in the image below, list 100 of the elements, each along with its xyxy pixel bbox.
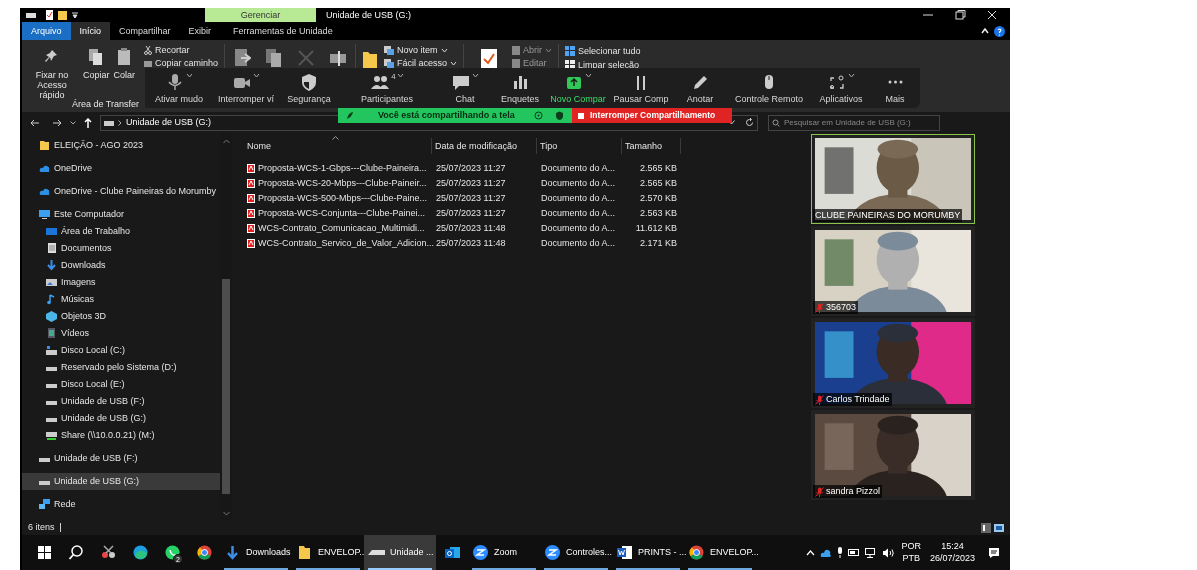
- clipboard-icon[interactable]: [116, 48, 133, 66]
- toolbar-button[interactable]: Interromper ví: [211, 68, 281, 108]
- taskbar-button[interactable]: ENVELOP...: [292, 535, 364, 570]
- column-header[interactable]: Tamanho: [622, 138, 681, 154]
- toolbar-button[interactable]: Aplicativos: [811, 68, 871, 108]
- folder-icon[interactable]: [58, 10, 68, 20]
- toolbar-button[interactable]: Chat: [437, 68, 493, 108]
- search-field[interactable]: Pesquisar em Unidade de USB (G:): [768, 114, 940, 131]
- refresh-icon[interactable]: [745, 118, 754, 127]
- recent-locations-icon[interactable]: [70, 120, 76, 125]
- nav-item[interactable]: Área de Trabalho: [22, 223, 220, 240]
- language-indicator[interactable]: POR PTB: [901, 542, 921, 563]
- ribbon-button-label[interactable]: Limpar seleção: [578, 60, 640, 70]
- copy-to-icon[interactable]: [265, 48, 284, 68]
- taskbar-button[interactable]: ENVELOP...: [684, 535, 756, 570]
- nav-item[interactable]: Disco Local (C:): [22, 342, 220, 359]
- new-item-icon[interactable]: [384, 46, 395, 55]
- toolbar-button[interactable]: Mais: [871, 68, 919, 108]
- nav-item[interactable]: Reservado pelo Sistema (D:): [22, 359, 220, 376]
- battery-icon[interactable]: [848, 549, 861, 556]
- up-icon[interactable]: [84, 117, 92, 128]
- cloud-icon[interactable]: [820, 548, 833, 557]
- edit-icon[interactable]: [512, 59, 521, 68]
- toolbar-button[interactable]: Anotar: [673, 68, 727, 108]
- open-icon[interactable]: [512, 46, 521, 55]
- ribbon-button-label[interactable]: Recortar: [155, 46, 190, 55]
- ribbon-tab[interactable]: Início: [70, 22, 111, 40]
- taskbar-button[interactable]: Controles...: [540, 535, 612, 570]
- tiles-view-icon[interactable]: [994, 522, 1004, 533]
- clock[interactable]: 15:24 26/07/2023: [929, 542, 975, 563]
- nav-item[interactable]: Downloads: [22, 257, 220, 274]
- ribbon-button-label[interactable]: Fixar no Acesso rápido: [25, 70, 79, 100]
- checklist-icon[interactable]: [45, 10, 54, 20]
- ribbon-button-label[interactable]: Novo item: [397, 46, 438, 55]
- notifications-icon[interactable]: [988, 546, 1000, 559]
- nav-item[interactable]: Documentos: [22, 240, 220, 257]
- ribbon-button-label[interactable]: Editar: [523, 59, 547, 68]
- toolbar-button[interactable]: Pausar Comp: [609, 68, 673, 108]
- nav-item[interactable]: OneDrive - Clube Paineiras do Morumby: [22, 183, 220, 200]
- nav-item[interactable]: OneDrive: [22, 160, 220, 177]
- ribbon-button-label[interactable]: Abrir: [523, 46, 543, 55]
- nav-item[interactable]: Imagens: [22, 274, 220, 291]
- stop-sharing-button[interactable]: Interromper Compartilhamento: [572, 108, 732, 123]
- column-header[interactable]: Nome: [244, 138, 432, 154]
- nav-item[interactable]: Unidade de USB (F:): [22, 393, 220, 410]
- taskbar-button[interactable]: Unidade ...: [364, 535, 436, 570]
- help-icon[interactable]: [994, 25, 1005, 37]
- ribbon-tab[interactable]: Compartilhar: [110, 22, 180, 40]
- nav-item[interactable]: Músicas: [22, 291, 220, 308]
- details-view-icon[interactable]: [981, 522, 991, 533]
- restore-icon[interactable]: [954, 10, 966, 20]
- file-row[interactable]: Proposta-WCS-20-Mbps---Clube-Paineir... 25/07/2023 11:27 Documento do A... 2.565 KB: [244, 176, 681, 191]
- ribbon-tab[interactable]: Arquivo: [22, 22, 71, 40]
- nav-item[interactable]: Share (\\10.0.0.21) (M:): [22, 427, 220, 444]
- ribbon-tab[interactable]: Exibir: [179, 22, 221, 40]
- path-icon[interactable]: [144, 59, 152, 68]
- nav-item[interactable]: Vídeos: [22, 325, 220, 342]
- toolbar-button[interactable]: Novo Compar: [547, 68, 609, 108]
- scissors-icon[interactable]: [144, 46, 152, 55]
- nav-item[interactable]: Este Computador: [22, 206, 220, 223]
- chevron-up-icon[interactable]: [806, 549, 816, 556]
- properties-icon[interactable]: [480, 48, 499, 70]
- file-row[interactable]: Proposta-WCS-500-Mbps---Clube-Paine... 25/07/2023 11:27 Documento do A... 2.570 KB: [244, 191, 681, 206]
- volume-icon[interactable]: [882, 547, 895, 558]
- nav-item[interactable]: Rede: [22, 496, 220, 513]
- file-row[interactable]: Proposta-WCS-1-Gbps---Clube-Paineira... 25/07/2023 11:27 Documento do A... 2.565 KB: [244, 161, 681, 176]
- column-header[interactable]: Tipo: [537, 138, 622, 154]
- nav-item[interactable]: Unidade de USB (G:): [22, 410, 220, 427]
- column-header[interactable]: Data de modificação: [432, 138, 537, 154]
- taskbar-button[interactable]: Zoom: [468, 535, 540, 570]
- toolbar-button[interactable]: Ativar mudo: [147, 68, 211, 108]
- ribbon-button-label[interactable]: Selecionar tudo: [578, 46, 641, 56]
- scrollbar-thumb[interactable]: [222, 279, 230, 494]
- sort-icon[interactable]: [332, 136, 339, 140]
- taskbar-button[interactable]: PRINTS - ...: [612, 535, 684, 570]
- file-row[interactable]: WCS-Contrato_Servico_de_Valor_Adicion... 25/07/2023 11:48 Documento do A... 2.171 KB: [244, 236, 681, 251]
- taskbar-button[interactable]: Downloads: [220, 535, 292, 570]
- easy-access-icon[interactable]: [384, 59, 395, 68]
- ribbon-button-label[interactable]: Copiar: [83, 70, 110, 80]
- ribbon-tab[interactable]: Ferramentas de Unidade: [224, 22, 342, 40]
- file-row[interactable]: WCS-Contrato_Comunicacao_Multimidi... 25/07/2023 11:48 Documento do A... 11.612 KB: [244, 221, 681, 236]
- network-icon[interactable]: [865, 547, 878, 558]
- select-all-icon[interactable]: [565, 46, 576, 56]
- dropdown-icon[interactable]: [71, 11, 79, 19]
- record-icon[interactable]: [534, 111, 543, 120]
- toolbar-button[interactable]: Segurança: [281, 68, 337, 108]
- forward-icon[interactable]: [52, 118, 62, 127]
- nav-item[interactable]: ELEIÇÃO - AGO 2023: [22, 137, 220, 154]
- close-icon[interactable]: [986, 10, 998, 20]
- toolbar-button[interactable]: Enquetes: [493, 68, 547, 108]
- nav-item[interactable]: Objetos 3D: [22, 308, 220, 325]
- toolbar-button[interactable]: Controle Remoto: [727, 68, 811, 108]
- collapse-icon[interactable]: [981, 28, 989, 34]
- file-row[interactable]: Proposta-WCS-Conjunta---Clube-Painei... 25/07/2023 11:27 Documento do A... 2.563 KB: [244, 206, 681, 221]
- move-to-icon[interactable]: [233, 48, 252, 68]
- copy-icon[interactable]: [88, 48, 105, 66]
- microphone-icon[interactable]: [837, 547, 844, 558]
- back-icon[interactable]: [30, 118, 40, 127]
- nav-item[interactable]: Unidade de USB (F:): [22, 450, 220, 467]
- nav-item[interactable]: Unidade de USB (G:): [22, 473, 220, 490]
